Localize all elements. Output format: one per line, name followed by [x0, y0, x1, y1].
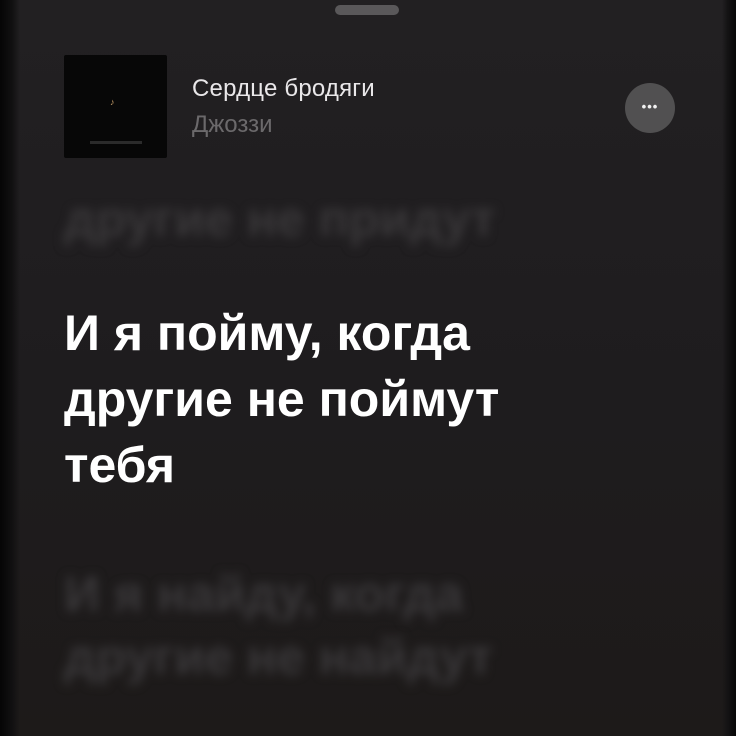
- artist-name[interactable]: Джоззи: [192, 111, 273, 139]
- lyric-line-next[interactable]: другие не найдут: [64, 628, 493, 686]
- song-title[interactable]: Сердце бродяги: [192, 75, 375, 103]
- lyrics-screen: ♪ Сердце бродяги Джоззи ••• другие не пр…: [0, 0, 736, 736]
- album-cover-caption: [90, 141, 142, 144]
- ellipsis-icon: •••: [641, 99, 659, 114]
- lyric-current-line: И я пойму, когда: [64, 305, 470, 361]
- lyric-current-line: тебя: [64, 437, 176, 493]
- lyric-line-current[interactable]: И я пойму, когда другие не поймут тебя: [64, 300, 664, 498]
- more-options-button[interactable]: •••: [625, 83, 675, 133]
- lyric-current-line: другие не поймут: [64, 371, 500, 427]
- sheet-grabber-handle[interactable]: [335, 5, 399, 15]
- left-edge-shadow: [0, 0, 20, 736]
- right-edge-shadow: [722, 0, 736, 736]
- lyric-line-next[interactable]: И я найду, когда: [64, 565, 463, 623]
- now-playing-header: ♪ Сердце бродяги Джоззи •••: [64, 55, 684, 160]
- album-cover[interactable]: ♪: [64, 55, 167, 158]
- album-cover-art-icon: ♪: [110, 97, 115, 107]
- lyric-line-previous[interactable]: другие не придут: [64, 190, 495, 248]
